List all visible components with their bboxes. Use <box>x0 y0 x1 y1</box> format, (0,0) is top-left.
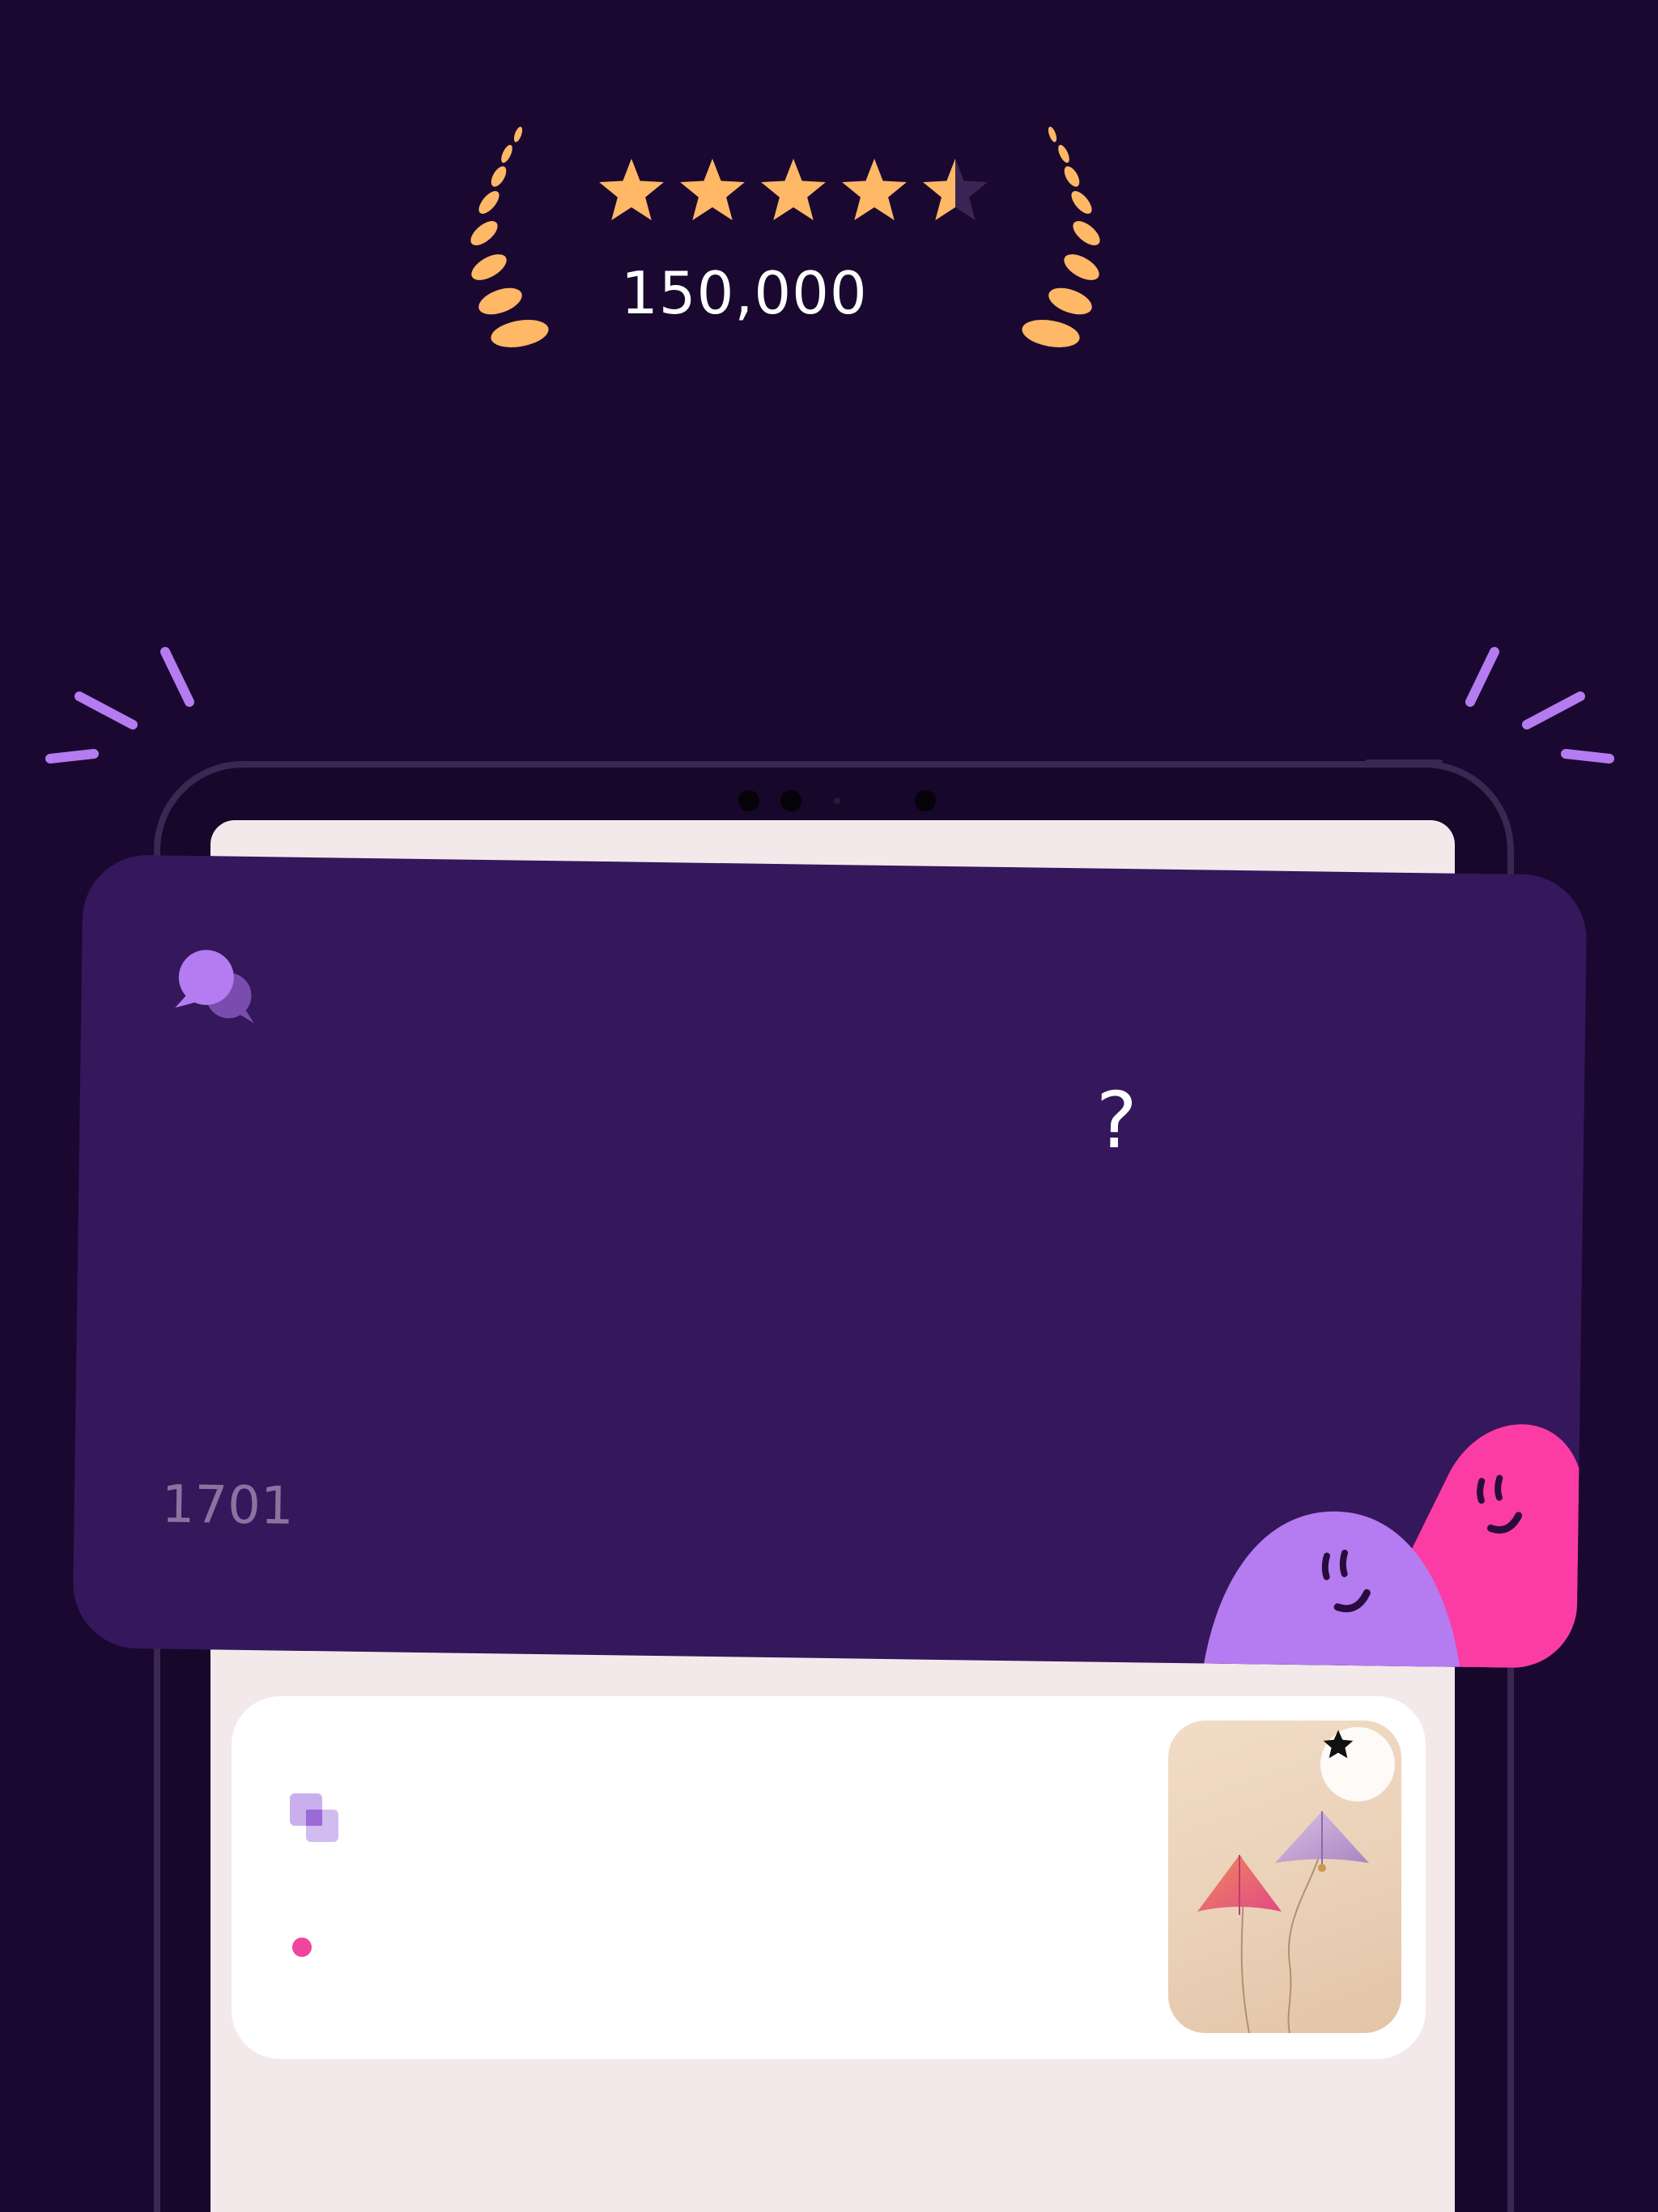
rating-star-icon <box>680 159 745 220</box>
camera-lens <box>915 790 936 811</box>
device-power-button <box>1365 759 1443 764</box>
camera-sensor <box>834 798 840 804</box>
rating-star-icon <box>923 159 988 220</box>
sparkle-right-icon <box>1465 647 1614 764</box>
laurel-right-icon <box>1022 126 1100 347</box>
card-number: 1701 <box>161 1474 295 1537</box>
laurel-left-icon <box>470 126 549 347</box>
kites-image[interactable] <box>1168 1721 1401 2033</box>
star-icon <box>1323 1729 1354 1759</box>
rating-star-icon <box>842 159 907 220</box>
sparkle-left-icon <box>45 647 194 764</box>
favorite-button[interactable] <box>1320 1727 1395 1802</box>
camera-array <box>160 784 1507 816</box>
content-card[interactable] <box>232 1696 1426 2059</box>
prompt-card[interactable]: ? 1701 <box>72 854 1588 1669</box>
rating-star-icon <box>599 159 664 220</box>
app-store-screenshot: 150,000 ? 1701 <box>0 0 1658 2212</box>
camera-lens <box>780 790 801 811</box>
rating-star-icon <box>761 159 826 220</box>
layers-icon <box>290 1793 338 1842</box>
chat-bubbles-icon <box>175 950 255 1024</box>
camera-lens <box>738 790 759 811</box>
status-dot <box>292 1938 312 1957</box>
question-text: ? <box>1095 1074 1138 1167</box>
star-rating <box>591 152 996 233</box>
blob-characters <box>1204 1424 1581 1669</box>
rating-block: 150,000 <box>453 121 1117 364</box>
